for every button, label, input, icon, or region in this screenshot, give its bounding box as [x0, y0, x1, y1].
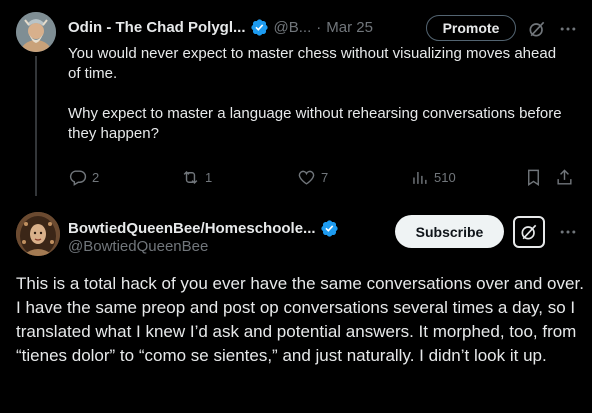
thread-line [35, 56, 37, 196]
reply-icon [69, 170, 87, 186]
tweet-actions: 2 1 7 510 [68, 168, 578, 190]
subscribe-button[interactable]: Subscribe [395, 215, 504, 248]
tweet-header: Odin - The Chad Polygl... @B... · Mar 25 [68, 16, 373, 38]
reply-button[interactable]: 2 [68, 168, 99, 187]
verified-icon [250, 18, 268, 36]
repost-icon [183, 170, 198, 185]
grok-button[interactable] [513, 216, 545, 248]
reply-author-handle[interactable]: @BowtiedQueenBee [68, 238, 208, 255]
avatar[interactable] [16, 12, 56, 52]
share-icon [557, 169, 572, 185]
reply-count: 2 [92, 170, 100, 185]
promote-button[interactable]: Promote [426, 15, 516, 41]
avatar[interactable] [16, 212, 60, 256]
more-icon[interactable] [558, 222, 578, 242]
bookmark-icon [528, 169, 539, 186]
tweet-date[interactable]: Mar 25 [326, 19, 373, 36]
author-name[interactable]: Odin - The Chad Polygl... [68, 19, 246, 36]
tweet-paragraph: You would never expect to master chess w… [68, 45, 557, 82]
share-button[interactable] [555, 168, 579, 187]
like-button[interactable]: 7 [297, 168, 328, 187]
reply-header: BowtiedQueenBee/Homeschoole... [68, 218, 339, 238]
tweet-text: You would never expect to master chess w… [68, 44, 568, 144]
separator: · [316, 18, 322, 36]
repost-button[interactable]: 1 [181, 168, 212, 187]
views-button[interactable]: 510 [410, 168, 456, 187]
reply-author-name[interactable]: BowtiedQueenBee/Homeschoole... [68, 220, 316, 237]
verified-icon [320, 219, 338, 237]
bookmark-button[interactable] [524, 168, 548, 187]
grok-icon[interactable] [527, 19, 547, 39]
like-icon [298, 170, 315, 185]
tweet-paragraph: Why expect to master a language without … [68, 105, 562, 142]
views-count: 510 [434, 170, 456, 185]
author-handle[interactable]: @B... [274, 19, 312, 36]
more-icon[interactable] [558, 19, 578, 39]
repost-count: 1 [205, 170, 213, 185]
reply-text: This is a total hack of you ever have th… [16, 274, 584, 365]
grok-icon [521, 224, 537, 240]
views-icon [413, 171, 427, 184]
like-count: 7 [321, 170, 329, 185]
